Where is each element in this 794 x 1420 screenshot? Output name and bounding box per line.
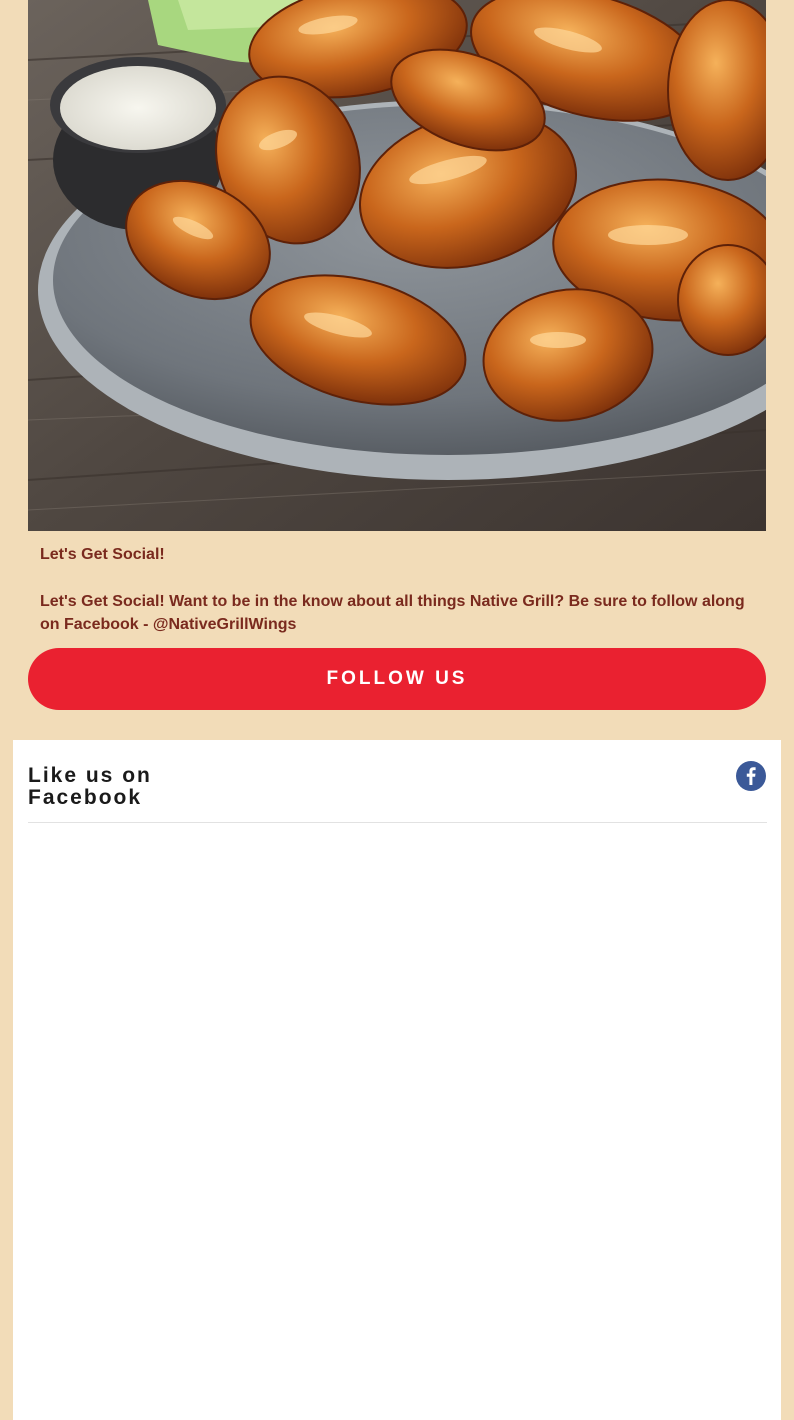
hero-image-wings [28,0,766,531]
facebook-widget-title: Like us on Facebook [28,764,152,809]
facebook-feed-area[interactable] [28,823,767,1420]
facebook-icon[interactable] [736,761,766,791]
follow-us-button[interactable]: FOLLOW US [28,648,766,710]
facebook-widget: Like us on Facebook [13,740,781,1420]
social-description: Let's Get Social! Want to be in the know… [40,593,745,633]
social-heading: Let's Get Social! [40,546,165,563]
